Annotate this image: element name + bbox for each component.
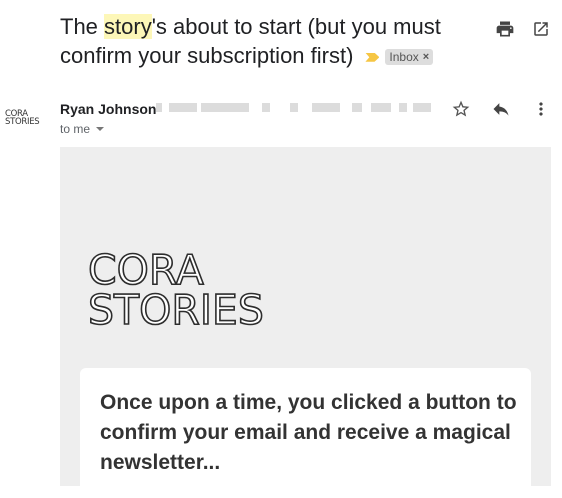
inbox-label-text: Inbox [389, 50, 419, 65]
inbox-label[interactable]: Inbox × [385, 49, 434, 66]
search-highlight: story [104, 14, 152, 39]
print-icon[interactable] [493, 17, 517, 41]
logo-line1: CORA [87, 246, 204, 294]
more-vertical-icon[interactable] [529, 97, 553, 121]
recipient-details[interactable]: to me [60, 122, 105, 136]
remove-label-icon[interactable]: × [423, 49, 429, 65]
avatar-logo-line2: STORIES [5, 117, 40, 127]
chevron-down-icon[interactable] [96, 127, 105, 131]
intro-text: Once upon a time, you clicked a button t… [100, 391, 517, 474]
open-in-new-window-icon[interactable] [529, 17, 553, 41]
importance-marker-icon[interactable] [365, 52, 380, 62]
message-card: Once upon a time, you clicked a button t… [80, 368, 531, 498]
star-icon[interactable] [449, 97, 473, 121]
recipient-label: to me [60, 122, 91, 136]
sender-avatar: CORA STORIES [5, 110, 40, 127]
subject-text-start: The [60, 14, 105, 39]
sender-name[interactable]: Ryan Johnson [60, 101, 156, 117]
reply-icon[interactable] [489, 97, 513, 121]
email-subject: The story's about to start (but you must… [60, 12, 470, 70]
logo-line2: STORIES [87, 286, 264, 334]
newsletter-logo: CORA STORIES [87, 246, 264, 334]
